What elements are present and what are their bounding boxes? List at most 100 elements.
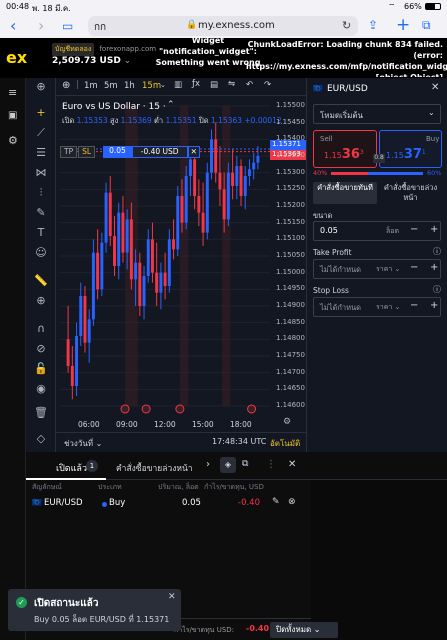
price-chart[interactable]: Euro vs US Dollar · 15 · ⌃ เปิด 1.15353 … <box>56 96 306 452</box>
layers-icon[interactable]: ⧉ <box>242 459 248 469</box>
timeframe-1m[interactable]: 1m <box>84 81 98 91</box>
lock-icon[interactable]: 🔓 <box>32 362 50 376</box>
edit-position-icon[interactable]: ✎ <box>272 497 280 507</box>
tabs-icon[interactable]: ⧉ <box>422 18 431 33</box>
address-bar[interactable]: กก 🔒 my.exness.com ↻ <box>88 16 358 36</box>
text-tool-icon[interactable]: T <box>32 226 50 240</box>
close-toast-icon[interactable]: ✕ <box>168 592 176 602</box>
volume-increase-button[interactable]: + <box>430 224 438 235</box>
forward-icon[interactable]: › <box>38 16 44 35</box>
close-panel-icon[interactable]: ✕ <box>431 82 439 93</box>
volume-input[interactable]: 0.05 ล็อต − + <box>313 221 441 241</box>
x-tick-label: 12:00 <box>154 420 176 429</box>
redo-icon[interactable]: ↷ <box>264 80 271 90</box>
settings-icon[interactable]: ⚙ <box>8 134 18 147</box>
pattern-icon[interactable]: ⋈ <box>32 166 50 180</box>
indicators-icon[interactable]: ƒx <box>192 79 200 89</box>
y-tick-label: 1.15400 <box>276 134 305 143</box>
sl-increase-button[interactable]: + <box>430 300 438 311</box>
chart-settings-icon[interactable]: ⚙ <box>283 417 291 427</box>
tp-decrease-button[interactable]: − <box>410 262 418 273</box>
candle-type-icon[interactable]: ▥ <box>174 80 182 90</box>
buy-price-big: 37 <box>403 147 422 162</box>
tab-open-positions[interactable]: เปิดแล้ว 1 <box>26 452 106 480</box>
auto-scale-button[interactable]: อัตโนมัติ <box>270 437 300 450</box>
new-tab-icon[interactable]: + <box>396 15 410 35</box>
close-all-button[interactable]: ปิดทั้งหมด ⌄ <box>270 622 338 638</box>
tp-input[interactable]: ไม่ได้กำหนด ราคา ⌄ − + <box>313 259 441 279</box>
success-check-icon: ✓ <box>16 597 27 608</box>
layout-icon[interactable]: ▤ <box>210 80 218 90</box>
sl-unit[interactable]: ราคา ⌄ <box>376 302 400 313</box>
trendline-icon[interactable]: ⟋ <box>32 126 50 140</box>
magnet-icon[interactable]: ∩ <box>32 322 50 336</box>
event-marker-icon[interactable] <box>175 404 185 414</box>
tp-increase-button[interactable]: + <box>430 262 438 273</box>
chevron-down-icon[interactable]: ⌄ <box>160 81 166 89</box>
menu-icon[interactable]: ≡ <box>8 86 17 99</box>
zoom-in-icon[interactable]: ⊕ <box>32 294 50 308</box>
event-marker-icon[interactable] <box>141 404 151 414</box>
sell-button[interactable]: Sell 1.15363 <box>313 130 377 168</box>
event-marker-icon[interactable] <box>120 404 130 414</box>
drawing-toolbar: ⊕ + ⟋ ☰ ⋈ ⫶ ✎ T ☺ 📏 ⊕ ∩ ⊘ 🔓 ◉ 🗑 ◇ <box>26 78 56 452</box>
close-position-icon[interactable]: ✕ <box>187 146 200 158</box>
collapse-icon[interactable]: ◇ <box>32 432 50 446</box>
timeframe-5m[interactable]: 5m <box>104 81 118 91</box>
bookmarks-icon[interactable]: ▭ <box>62 19 73 33</box>
candle <box>91 239 95 326</box>
tab-pending-order[interactable]: คำสั่งซื้อขายล่วงหน้า <box>379 182 442 204</box>
tab-pending-orders[interactable]: คำสั่งซื้อขายล่วงหน้า <box>116 461 193 475</box>
lock-drawing-icon[interactable]: ⊘ <box>32 342 50 356</box>
position-line[interactable]: TP SL 0.05 -0.40 USD ✕ <box>60 146 200 158</box>
add-indicator-icon[interactable]: ⊕ <box>32 80 50 94</box>
account-balance[interactable]: 2,509.73 USD ⌄ <box>52 56 131 66</box>
sync-icon[interactable]: ⇋ <box>228 79 235 89</box>
candle <box>117 202 121 280</box>
sl-info-icon[interactable]: ⓘ <box>433 284 441 295</box>
chevron-right-icon[interactable]: › <box>206 459 210 470</box>
sl-input[interactable]: ไม่ได้กำหนด ราคา ⌄ − + <box>313 297 441 317</box>
chevron-down-icon[interactable]: ⌃ <box>167 100 175 110</box>
tab-market-order[interactable]: คำสั่งซื้อขายทันที <box>313 182 377 204</box>
exness-logo[interactable]: ex <box>6 48 27 67</box>
projection-icon[interactable]: ⫶ <box>32 186 50 200</box>
crosshair-icon[interactable]: + <box>32 106 50 120</box>
view-icon[interactable]: ◈ <box>220 457 236 473</box>
sl-button[interactable]: SL <box>78 146 96 158</box>
brush-icon[interactable]: ✎ <box>32 206 50 220</box>
more-icon[interactable]: ⋮ <box>266 459 276 470</box>
calendar-icon[interactable]: ▣ <box>8 110 17 121</box>
trash-icon[interactable]: 🗑 <box>32 406 50 420</box>
sl-decrease-button[interactable]: − <box>410 300 418 311</box>
share-icon[interactable]: ⇪ <box>368 18 378 32</box>
chart-toolbar: ⊕ | 1m 5m 1h 15m ⌄ ▥ ƒx ▤ ⇋ ↶ ↷ <box>56 78 306 96</box>
ohlc-readout: เปิด 1.15353 สูง 1.15369 ต่ำ 1.15351 ปิด… <box>62 115 302 127</box>
tp-unit[interactable]: ราคา ⌄ <box>376 264 400 275</box>
table-row[interactable]: 🇪🇺 EUR/USD Buy 0.05 -0.40 ✎ ⊗ <box>26 494 311 512</box>
back-icon[interactable]: ‹ <box>10 16 16 35</box>
date-range-button[interactable]: ช่วงวันที่ ⌄ <box>64 437 102 450</box>
volume-decrease-button[interactable]: − <box>410 224 418 235</box>
ruler-icon[interactable]: 📏 <box>32 274 50 288</box>
reload-icon[interactable]: ↻ <box>342 19 351 32</box>
y-tick-label: 1.14800 <box>276 334 305 343</box>
candle <box>197 179 201 226</box>
close-positions-panel-icon[interactable]: ✕ <box>288 459 296 470</box>
account-tag[interactable]: บัญชีทดลอง forexonapp.com <box>52 43 156 56</box>
horizontal-lines-icon[interactable]: ☰ <box>32 146 50 160</box>
tp-button[interactable]: TP <box>60 146 78 158</box>
event-marker-icon[interactable] <box>247 404 257 414</box>
col-type: ประเภท <box>98 483 122 491</box>
close-position-icon[interactable]: ⊗ <box>288 497 296 507</box>
eye-icon[interactable]: ◉ <box>32 382 50 396</box>
emoji-icon[interactable]: ☺ <box>32 246 50 260</box>
timeframe-15m[interactable]: 15m <box>142 81 161 91</box>
undo-icon[interactable]: ↶ <box>246 80 253 90</box>
add-symbol-icon[interactable]: ⊕ <box>62 80 70 91</box>
tp-info-icon[interactable]: ⓘ <box>433 246 441 257</box>
timeframe-1h[interactable]: 1h <box>124 81 135 91</box>
buy-button[interactable]: Buy 1.15371 <box>379 130 442 168</box>
mode-select[interactable]: โหมดเริ่มต้น ⌄ <box>313 104 441 124</box>
balance-value: 2,509.73 USD <box>52 56 121 66</box>
